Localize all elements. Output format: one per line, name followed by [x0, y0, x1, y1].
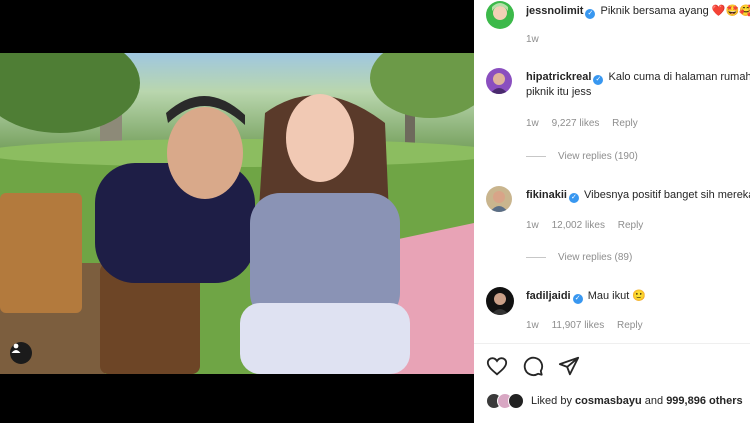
comment-likes[interactable]: 11,907 likes	[552, 320, 605, 331]
verified-badge-icon: ✓	[585, 9, 596, 19]
section-divider	[474, 343, 750, 344]
caption-time: 1w	[526, 34, 539, 45]
avatar-portrait-icon	[490, 191, 508, 212]
reply-divider-line	[526, 257, 546, 258]
avatar-portrait-icon	[492, 3, 508, 20]
likes-others-count[interactable]: 999,896 others	[666, 395, 742, 407]
comment-time: 1w	[526, 118, 539, 129]
comments-pane: jessnolimit ✓ Piknik bersama ayang ❤️🤩🥰 1…	[474, 0, 750, 423]
caption-text: Piknik bersama ayang ❤️🤩🥰	[600, 5, 750, 17]
verified-badge-icon: ✓	[572, 294, 583, 304]
reply-button[interactable]: Reply	[618, 220, 644, 231]
commenter-username[interactable]: hipatrickreal	[526, 71, 591, 83]
commenter-avatar[interactable]	[486, 68, 512, 94]
comment-text: Vibesnya positif banget sih mereka,	[584, 189, 750, 201]
comment-time: 1w	[526, 320, 539, 331]
comment-likes[interactable]: 9,227 likes	[552, 118, 600, 129]
likes-and: and	[644, 395, 664, 407]
comment-icon[interactable]	[522, 355, 544, 377]
author-avatar[interactable]	[486, 1, 514, 29]
verified-badge-icon: ✓	[568, 193, 579, 203]
comment-item: fikinakii ✓ Vibesnya positif banget sih m…	[486, 186, 750, 271]
view-replies-button[interactable]: View replies (89)	[526, 252, 632, 263]
liker-avatar	[508, 393, 524, 409]
share-icon[interactable]	[558, 355, 580, 377]
comment-text-continued: piknik itu jess	[526, 86, 592, 98]
avatar-portrait-icon	[490, 73, 508, 94]
likes-summary[interactable]: Liked by cosmasbayu and 999,896 others	[486, 393, 743, 409]
post-caption: jessnolimit ✓ Piknik bersama ayang ❤️🤩🥰 1…	[486, 0, 750, 50]
comment-item: hipatrickreal ✓ Kalo cuma di halaman ruma…	[486, 68, 750, 168]
heart-icon[interactable]	[486, 355, 508, 377]
photo-illustration	[0, 53, 474, 374]
user-tag-button[interactable]	[10, 342, 32, 364]
comment-likes[interactable]: 12,002 likes	[552, 220, 605, 231]
post-media-pane	[0, 0, 474, 423]
likes-prefix: Liked by	[531, 395, 572, 407]
view-replies-button[interactable]: View replies (190)	[526, 151, 638, 162]
view-replies-label: View replies (89)	[558, 252, 633, 263]
avatar-portrait-icon	[491, 293, 509, 315]
commenter-avatar[interactable]	[486, 186, 512, 212]
liker-avatars	[486, 393, 524, 409]
reply-divider-line	[526, 156, 546, 157]
comment-time: 1w	[526, 220, 539, 231]
comment-text: Mau ikut 🙂	[587, 290, 647, 302]
verified-badge-icon: ✓	[593, 75, 604, 85]
liker-username[interactable]: cosmasbayu	[575, 395, 642, 407]
action-bar	[486, 355, 580, 377]
reply-button[interactable]: Reply	[612, 118, 638, 129]
commenter-avatar[interactable]	[486, 287, 514, 315]
reply-button[interactable]: Reply	[617, 320, 643, 331]
comment-item: fadiljaidi ✓ Mau ikut 🙂 1w 11,907 likes R…	[486, 287, 750, 337]
commenter-username[interactable]: fikinakii	[526, 189, 567, 201]
author-username[interactable]: jessnolimit	[526, 5, 583, 17]
view-replies-label: View replies (190)	[558, 151, 638, 162]
post-photo[interactable]	[0, 53, 474, 374]
commenter-username[interactable]: fadiljaidi	[526, 290, 571, 302]
comment-text: Kalo cuma di halaman rumah s	[608, 71, 750, 83]
user-tag-icon	[11, 343, 21, 353]
